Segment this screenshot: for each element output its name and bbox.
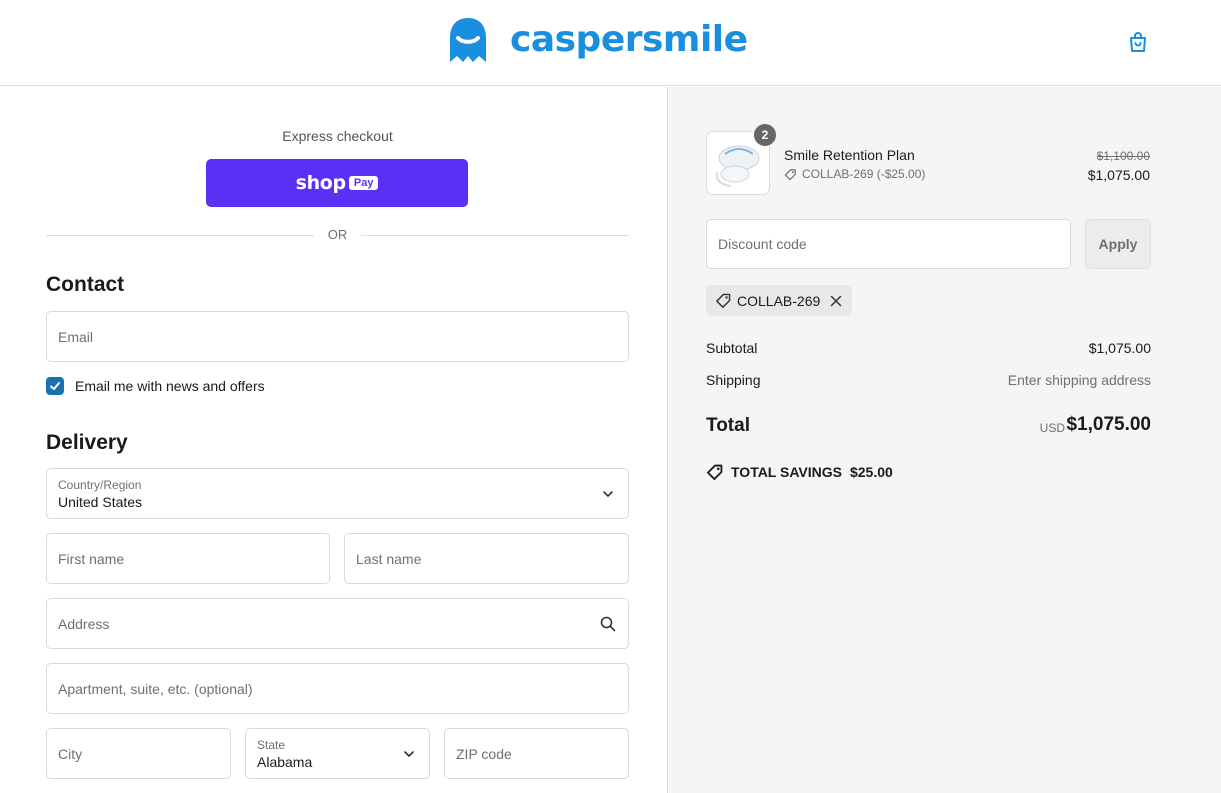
or-divider: OR [46,227,629,243]
subtotal-row: Subtotal $1,075.00 [706,340,1151,356]
email-field[interactable]: Email [46,311,629,362]
shipping-row: Shipping Enter shipping address [706,372,1151,388]
state-label: State [257,738,286,752]
shipping-value: Enter shipping address [1007,372,1151,388]
chevron-down-icon [603,490,613,497]
discount-code-input[interactable]: Discount code [706,219,1071,269]
shop-pay-button[interactable]: shop Pay [206,159,468,207]
shop-pay-pill: Pay [348,176,379,190]
checkout-form: Express checkout shop Pay OR Contact Ema… [0,87,667,793]
shop-pay-wordmark: shop [295,172,347,194]
last-name-field[interactable]: Last name [344,533,629,584]
shopping-bag-icon[interactable] [1126,30,1150,54]
tag-icon [716,293,731,308]
country-select[interactable]: Country/Region United States [46,468,629,519]
applied-discount-chip: COLLAB-269 [706,285,853,316]
remove-discount-icon[interactable] [830,295,842,307]
apply-button[interactable]: Apply [1085,219,1151,269]
subtotal-value: $1,075.00 [1088,340,1151,356]
address-placeholder: Address [58,615,110,632]
email-placeholder: Email [58,328,94,345]
brand-logo[interactable]: caspersmile [446,16,748,64]
state-value: Alabama [257,754,313,770]
savings-tag-icon [707,464,723,480]
brand-name: caspersmile [510,19,748,60]
state-select[interactable]: State Alabama [245,728,430,779]
zip-placeholder: ZIP code [456,745,512,762]
checkmark-icon [50,382,60,390]
subtotal-label: Subtotal [706,340,758,356]
product-discount-text: COLLAB-269 (-$25.00) [802,167,926,181]
discount-code-placeholder: Discount code [718,236,807,252]
item-price: $1,075.00 [1087,167,1150,183]
header: caspersmile [0,0,1221,86]
quantity-badge: 2 [754,124,776,146]
express-checkout-label: Express checkout [282,128,393,144]
chevron-down-icon [404,750,414,757]
last-name-placeholder: Last name [356,550,422,567]
product-name: Smile Retention Plan [784,147,915,163]
tag-icon [784,168,796,180]
city-placeholder: City [58,745,83,762]
address-field[interactable]: Address [46,598,629,649]
first-name-placeholder: First name [58,550,125,567]
delivery-heading: Delivery [46,431,128,454]
shipping-label: Shipping [706,372,761,388]
product-discount: COLLAB-269 (-$25.00) [784,167,925,181]
savings-label: TOTAL SAVINGS [731,464,842,480]
first-name-field[interactable]: First name [46,533,330,584]
country-value: United States [58,494,143,510]
total-savings: TOTAL SAVINGS $25.00 [706,463,893,481]
order-summary: 2 Smile Retention Plan COLLAB-269 (-$25.… [667,87,1221,793]
country-label: Country/Region [58,478,142,492]
city-field[interactable]: City [46,728,231,779]
contact-heading: Contact [46,273,125,296]
savings-value: $25.00 [849,464,893,480]
currency-code: USD [1039,421,1065,435]
total-value: $1,075.00 [1066,414,1151,435]
newsletter-option[interactable]: Email me with news and offers [46,377,265,395]
total-row: Total USD $1,075.00 [706,414,1151,438]
newsletter-label: Email me with news and offers [75,378,265,394]
zip-field[interactable]: ZIP code [444,728,629,779]
applied-discount-code: COLLAB-269 [737,292,821,309]
apartment-placeholder: Apartment, suite, etc. (optional) [58,680,253,697]
newsletter-checkbox[interactable] [46,377,64,395]
search-icon [600,616,616,631]
original-price: $1,100.00 [1096,149,1150,163]
apartment-field[interactable]: Apartment, suite, etc. (optional) [46,663,629,714]
total-label: Total [706,415,750,436]
ghost-logo-icon [450,18,486,62]
